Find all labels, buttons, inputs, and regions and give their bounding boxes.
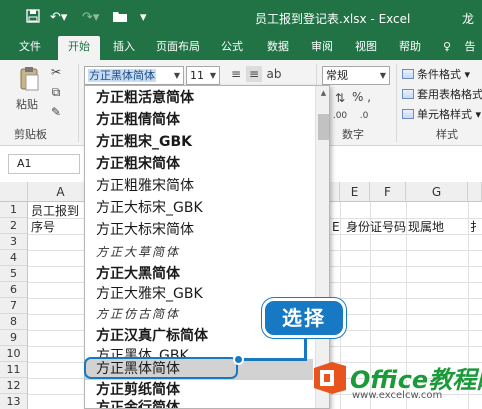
wrap-text-icon[interactable]: ab <box>266 66 282 82</box>
cell-g2[interactable]: 现属地 <box>408 219 444 235</box>
clipboard-group-label: 剪贴板 <box>14 128 47 141</box>
font-option[interactable]: 方正大标宋_GBK <box>85 198 313 219</box>
row-header[interactable]: 5 <box>0 266 28 282</box>
font-option[interactable]: 方正大标宋简体 <box>85 220 313 241</box>
folder-icon[interactable] <box>112 9 128 27</box>
percent-comma-icons[interactable]: % , <box>352 90 371 104</box>
callout-dot <box>233 354 244 365</box>
callout-connector <box>304 338 307 360</box>
tab-file[interactable]: 文件 <box>14 36 46 60</box>
column-header-f[interactable]: F <box>370 182 406 202</box>
cell-a1[interactable]: 员工报到 <box>31 203 79 219</box>
selection-highlight-ring <box>84 357 238 379</box>
chevron-down-icon[interactable]: ▼ <box>207 67 219 84</box>
font-name-value: 方正黑体简体 <box>88 69 156 82</box>
font-option[interactable]: 方正大草简体 <box>85 242 313 263</box>
font-option[interactable]: 方正金行简体 <box>85 398 313 408</box>
column-header-g[interactable]: G <box>406 182 468 202</box>
format-painter-icon[interactable]: ✎ <box>48 104 64 120</box>
cell-a2[interactable]: 序号 <box>31 219 55 235</box>
undo-icon[interactable]: ↶▾ <box>50 9 67 27</box>
tab-view[interactable]: 视图 <box>348 36 384 60</box>
cell-styles-icon <box>402 109 414 119</box>
align-top-icon[interactable]: ≡ <box>228 66 244 82</box>
number-format-box[interactable]: 常规 ▼ <box>322 66 390 85</box>
font-size-box[interactable]: 11 ▼ <box>186 66 220 85</box>
select-all-corner[interactable] <box>0 182 28 202</box>
cell-e2[interactable]: E <box>332 219 340 235</box>
callout-label: 选择 <box>262 298 346 338</box>
user-name[interactable]: 龙 <box>462 10 474 27</box>
cell-h2[interactable]: 扌 <box>470 219 482 235</box>
ribbon-tabs: 文件 开始 插入 页面布局 公式 数据 审阅 视图 帮助 ♀ 告 <box>0 36 482 60</box>
row-header[interactable]: 13 <box>0 394 28 409</box>
scroll-thumb[interactable] <box>318 114 329 140</box>
watermark-url: www.excelcw.com <box>352 390 443 401</box>
office-logo-icon <box>310 360 350 396</box>
tab-home[interactable]: 开始 <box>58 36 100 60</box>
tab-data[interactable]: 数据 <box>260 36 296 60</box>
tab-help[interactable]: 帮助 <box>392 36 428 60</box>
font-option[interactable]: 方正粗宋简体 <box>85 154 313 175</box>
styles-group-label: 样式 <box>436 128 458 141</box>
tab-formulas[interactable]: 公式 <box>214 36 250 60</box>
cell-styles-button[interactable]: 单元格样式 ▾ <box>402 106 481 122</box>
chevron-down-icon[interactable]: ▼ <box>377 67 389 84</box>
row-header[interactable]: 10 <box>0 346 28 362</box>
decrease-decimal-icon[interactable]: .0 <box>356 108 372 124</box>
number-format-value: 常规 <box>326 69 348 82</box>
column-header-h-partial[interactable] <box>468 182 482 202</box>
tab-page-layout[interactable]: 页面布局 <box>150 36 206 60</box>
window-title: 员工报到登记表.xlsx - Excel <box>255 12 411 26</box>
row-header[interactable]: 8 <box>0 314 28 330</box>
column-header-e[interactable]: E <box>340 182 370 202</box>
row-header[interactable]: 6 <box>0 282 28 298</box>
align-middle-icon[interactable]: ≡ <box>246 66 262 82</box>
font-option[interactable]: 方正粗宋_GBK <box>85 132 313 153</box>
chevron-down-icon[interactable]: ▼ <box>171 67 183 84</box>
row-header[interactable]: 7 <box>0 298 28 314</box>
row-header[interactable]: 9 <box>0 330 28 346</box>
save-icon[interactable] <box>26 9 40 27</box>
scroll-up-icon[interactable]: ▲ <box>316 86 329 100</box>
format-as-table-button[interactable]: 套用表格格式 <box>402 86 482 102</box>
conditional-format-button[interactable]: 条件格式 ▾ <box>402 66 470 82</box>
callout-connector <box>240 358 307 361</box>
tab-review[interactable]: 审阅 <box>304 36 340 60</box>
title-bar: ↶▾ ↷▾ ▾ 员工报到登记表.xlsx - Excel 龙 <box>0 0 482 36</box>
row-header[interactable]: 11 <box>0 362 28 378</box>
font-option[interactable]: 方正粗雅宋简体 <box>85 176 313 197</box>
increase-decimal-icon[interactable]: .00 <box>332 108 348 124</box>
font-option[interactable]: 方正粗倩简体 <box>85 110 313 131</box>
table-icon <box>402 89 414 99</box>
font-option[interactable]: 方正粗活意简体 <box>85 88 313 109</box>
currency-icon[interactable]: ⇅ <box>332 90 348 106</box>
paste-label[interactable]: 粘贴 <box>16 96 38 112</box>
number-group-label: 数字 <box>342 128 364 141</box>
font-name-box[interactable]: 方正黑体简体 ▼ <box>84 66 184 85</box>
customize-icon[interactable]: ▾ <box>140 9 147 27</box>
row-header[interactable]: 1 <box>0 202 28 218</box>
row-header[interactable]: 2 <box>0 218 28 234</box>
tab-insert[interactable]: 插入 <box>106 36 142 60</box>
row-header[interactable]: 3 <box>0 234 28 250</box>
group-separator <box>396 64 397 142</box>
cut-icon[interactable]: ✂ <box>48 64 64 80</box>
font-size-value: 11 <box>190 69 204 82</box>
paste-icon[interactable] <box>18 66 40 94</box>
font-option[interactable]: 方正大黑简体 <box>85 264 313 285</box>
cell-f2[interactable]: 身份证号码 <box>346 219 406 235</box>
group-separator <box>78 64 79 142</box>
name-box[interactable]: A1 <box>8 154 80 174</box>
row-header[interactable]: 12 <box>0 378 28 394</box>
column-header-d-partial[interactable] <box>330 182 340 202</box>
conditional-format-icon <box>402 69 414 79</box>
row-header[interactable]: 4 <box>0 250 28 266</box>
tab-tell-me[interactable]: 告 <box>460 36 480 60</box>
tell-me-icon[interactable]: ♀ <box>438 36 456 60</box>
copy-icon[interactable]: ⧉ <box>48 84 64 100</box>
redo-icon[interactable]: ↷▾ <box>82 9 99 27</box>
